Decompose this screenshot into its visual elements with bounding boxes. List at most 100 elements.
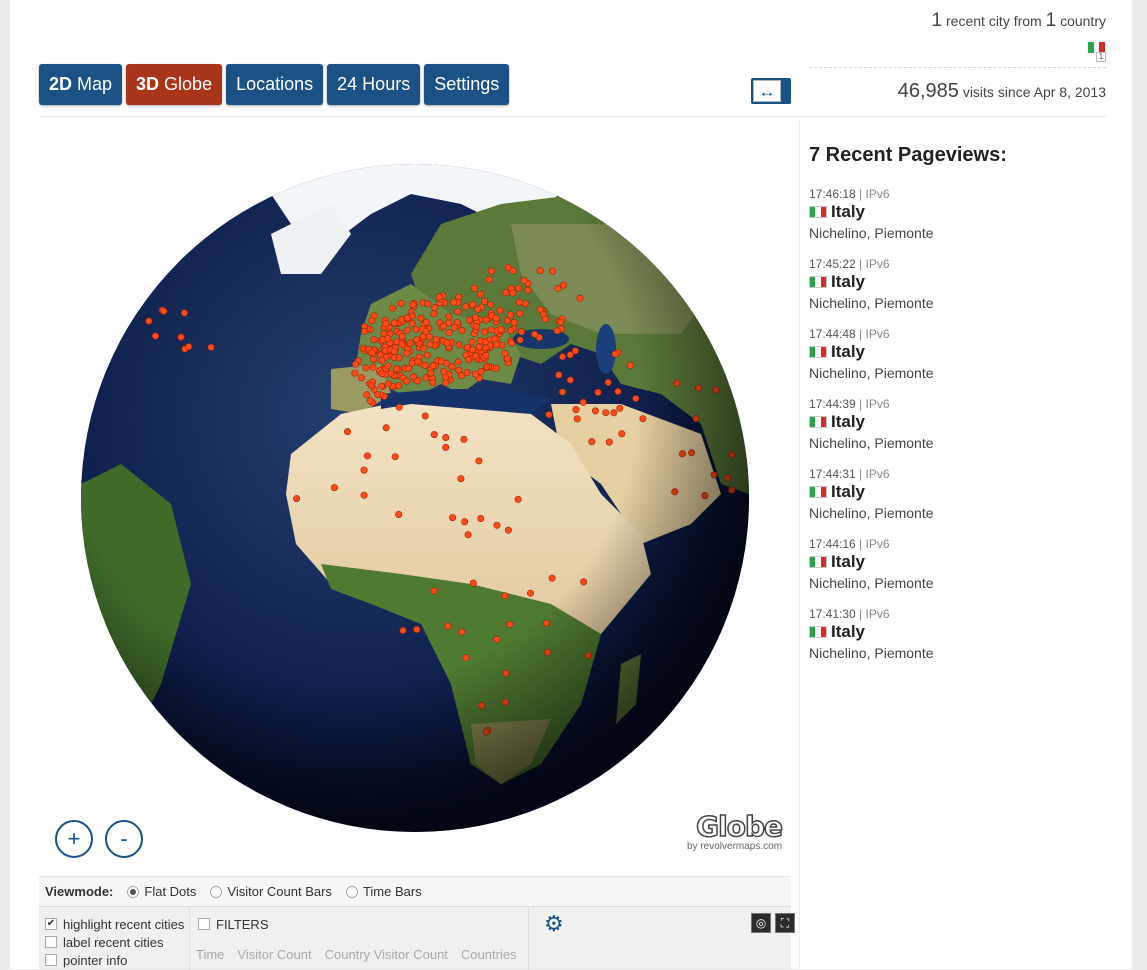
pageview-separator: | bbox=[855, 257, 866, 271]
recent-pageviews: 7 Recent Pageviews: 17:46:18 | IPv6 Italy… bbox=[809, 144, 1109, 677]
pageview-country: Italy bbox=[809, 551, 1109, 573]
visits-counter: 46,985 visits since Apr 8, 2013 bbox=[898, 80, 1106, 103]
tab-settings-label: Settings bbox=[434, 74, 500, 94]
italy-flag-icon[interactable]: 1 bbox=[1088, 42, 1106, 63]
checkbox-filters[interactable] bbox=[198, 918, 210, 930]
filter-visitor-count[interactable]: Visitor Count bbox=[237, 947, 311, 962]
pageview-time: 17:44:16 | IPv6 bbox=[809, 537, 1109, 551]
italy-flag-icon bbox=[809, 416, 827, 428]
tab-24-hours[interactable]: 24 Hours bbox=[327, 64, 421, 105]
globe-viewport[interactable]: + - Globe by revolvermaps.com bbox=[39, 150, 791, 876]
pageview-city: Nichelino, Piemonte bbox=[809, 225, 934, 241]
pageview-time: 17:41:30 | IPv6 bbox=[809, 607, 1109, 621]
pageview-city: Nichelino, Piemonte bbox=[809, 365, 934, 381]
viewmode-label: Viewmode: bbox=[45, 884, 114, 899]
pageview-country-name: Italy bbox=[831, 272, 866, 291]
pageview-ip: IPv6 bbox=[865, 257, 890, 271]
brand-by: by revolvermaps.com bbox=[687, 841, 783, 852]
option-pointer-info[interactable]: pointer info bbox=[45, 951, 184, 969]
checkbox-highlight[interactable]: ✔ bbox=[45, 918, 57, 930]
tab-3d-globe[interactable]: 3D Globe bbox=[126, 64, 223, 105]
visits-text: visits since Apr 8, 2013 bbox=[962, 84, 1106, 100]
sidebar-divider bbox=[799, 120, 800, 969]
pageview-ip: IPv6 bbox=[865, 537, 890, 551]
option-label-recent[interactable]: label recent cities bbox=[45, 933, 184, 951]
pageview-city: Nichelino, Piemonte bbox=[809, 645, 934, 661]
zoom-in-button[interactable]: + bbox=[55, 820, 93, 858]
pageview-timestamp: 17:44:16 bbox=[809, 537, 856, 551]
pageview-item: 17:44:39 | IPv6 Italy Nichelino, Piemonte bbox=[809, 397, 1109, 467]
pageview-city: Nichelino, Piemonte bbox=[809, 575, 934, 591]
pageview-country-name: Italy bbox=[831, 552, 866, 571]
pageview-ip: IPv6 bbox=[865, 467, 890, 481]
option-label-label: label recent cities bbox=[63, 934, 164, 950]
pageview-city: Nichelino, Piemonte bbox=[809, 435, 934, 451]
city-text: recent city from bbox=[946, 13, 1042, 29]
pageview-timestamp: 17:44:48 bbox=[809, 327, 856, 341]
pageview-country: Italy bbox=[809, 271, 1109, 293]
pageview-separator: | bbox=[855, 187, 866, 201]
italy-flag-icon bbox=[809, 206, 827, 218]
pageview-timestamp: 17:46:18 bbox=[809, 187, 856, 201]
pageview-time: 17:45:22 | IPv6 bbox=[809, 257, 1109, 271]
radio-time-bars-dot[interactable] bbox=[345, 885, 358, 898]
pageview-separator: | bbox=[855, 607, 866, 621]
pageview-city: Nichelino, Piemonte bbox=[809, 295, 934, 311]
pageview-timestamp: 17:45:22 bbox=[809, 257, 856, 271]
filters-label: FILTERS bbox=[216, 916, 269, 932]
pageview-time: 17:44:31 | IPv6 bbox=[809, 467, 1109, 481]
radio-visitor-count-bars[interactable]: Visitor Count Bars bbox=[210, 884, 332, 899]
pageview-separator: | bbox=[855, 537, 866, 551]
pageview-ip: IPv6 bbox=[865, 327, 890, 341]
italy-flag-icon bbox=[809, 626, 827, 638]
globe-map[interactable] bbox=[81, 164, 749, 832]
pageview-country-name: Italy bbox=[831, 482, 866, 501]
summary-divider bbox=[809, 67, 1106, 68]
filters-toggle[interactable]: FILTERS bbox=[198, 915, 528, 933]
expand-arrows-icon: ↔ bbox=[753, 80, 781, 102]
fullscreen-icon[interactable]: ⛶ bbox=[775, 913, 795, 933]
pageview-country-name: Italy bbox=[831, 202, 866, 221]
radio-visitor-count-bars-dot[interactable] bbox=[210, 885, 223, 898]
radio-flat-dots-dot[interactable] bbox=[127, 885, 140, 898]
tab-settings[interactable]: Settings bbox=[424, 64, 510, 105]
radio-flat-dots-label: Flat Dots bbox=[144, 884, 197, 899]
pageview-item: 17:44:16 | IPv6 Italy Nichelino, Piemonte bbox=[809, 537, 1109, 607]
option-pointer-label: pointer info bbox=[63, 952, 128, 968]
pageview-ip: IPv6 bbox=[865, 397, 890, 411]
filter-columns: Time Visitor Count Country Visitor Count… bbox=[196, 947, 528, 962]
pageview-country: Italy bbox=[809, 411, 1109, 433]
option-highlight-recent[interactable]: ✔ highlight recent cities bbox=[45, 915, 184, 933]
display-options: ✔ highlight recent cities label recent ci… bbox=[45, 915, 184, 969]
filter-countries[interactable]: Countries bbox=[461, 947, 517, 962]
tab-3d-globe-label: Globe bbox=[164, 74, 213, 94]
italy-flag-icon bbox=[809, 556, 827, 568]
radio-time-bars[interactable]: Time Bars bbox=[345, 884, 422, 899]
tab-locations[interactable]: Locations bbox=[226, 64, 324, 105]
target-icon[interactable]: ◎ bbox=[751, 913, 771, 933]
pageview-ip: IPv6 bbox=[865, 187, 890, 201]
filter-time[interactable]: Time bbox=[196, 947, 224, 962]
pageview-country: Italy bbox=[809, 481, 1109, 503]
tab-locations-label: Locations bbox=[236, 74, 314, 94]
pageview-item: 17:45:22 | IPv6 Italy Nichelino, Piemonte bbox=[809, 257, 1109, 327]
checkbox-label-cities[interactable] bbox=[45, 936, 57, 948]
radio-flat-dots[interactable]: Flat Dots bbox=[127, 884, 196, 899]
checkbox-pointer-info[interactable] bbox=[45, 954, 57, 966]
tab-2d-map[interactable]: 2D Map bbox=[39, 64, 123, 105]
tab-2d-map-bold: 2D bbox=[49, 74, 73, 94]
pageview-list: 17:46:18 | IPv6 Italy Nichelino, Piemonte 1… bbox=[809, 187, 1109, 677]
pageview-timestamp: 17:41:30 bbox=[809, 607, 856, 621]
recent-title: 7 Recent Pageviews: bbox=[809, 144, 1007, 166]
pageview-timestamp: 17:44:39 bbox=[809, 397, 856, 411]
gear-icon[interactable]: ⚙ bbox=[544, 911, 564, 937]
revolvermaps-brand[interactable]: Globe by revolvermaps.com bbox=[687, 809, 784, 852]
zoom-out-button[interactable]: - bbox=[105, 820, 143, 858]
filter-country-visitor-count[interactable]: Country Visitor Count bbox=[325, 947, 448, 962]
viewmode-bar: Viewmode: Flat Dots Visitor Count Bars T… bbox=[39, 876, 791, 906]
italy-flag-icon bbox=[809, 276, 827, 288]
italy-flag-icon bbox=[809, 486, 827, 498]
expand-width-button[interactable]: ↔ bbox=[751, 78, 791, 104]
pageview-country-name: Italy bbox=[831, 342, 866, 361]
pageview-item: 17:46:18 | IPv6 Italy Nichelino, Piemonte bbox=[809, 187, 1109, 257]
